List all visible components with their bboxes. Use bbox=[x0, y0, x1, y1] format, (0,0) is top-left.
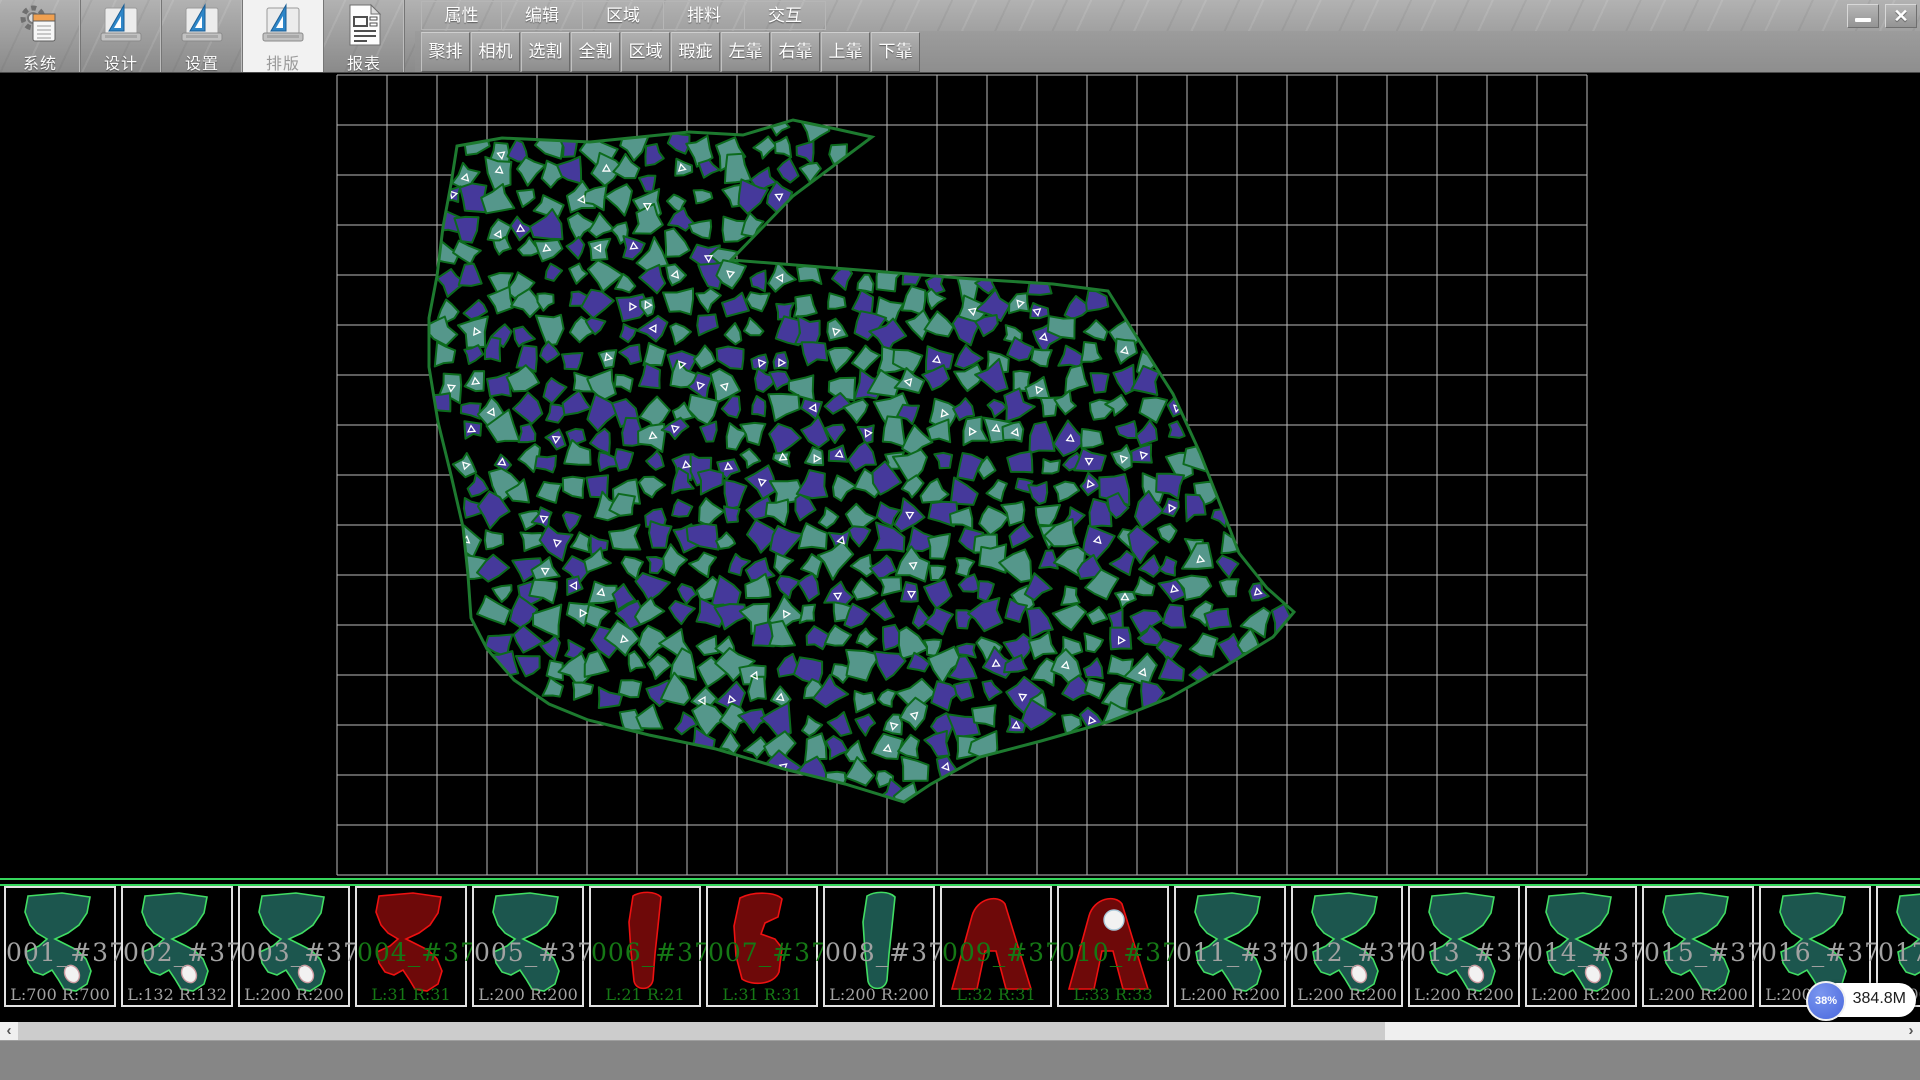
piece-thumbnail-13[interactable]: 013_#37 L:200 R:200 bbox=[1408, 886, 1520, 1007]
piece-lr-label: L:200 R:200 bbox=[240, 985, 348, 1004]
action-button-4[interactable]: 全割 bbox=[571, 32, 620, 72]
action-button-bar: 聚排相机选割全割区域瑕疵左靠右靠上靠下靠 bbox=[421, 32, 920, 72]
gear-notebook-icon bbox=[18, 3, 62, 47]
piece-thumbnail-9[interactable]: 009_#37 L:32 R:31 bbox=[940, 886, 1052, 1007]
strip-separator bbox=[0, 878, 1920, 886]
action-button-9[interactable]: 上靠 bbox=[821, 32, 870, 72]
piece-id-label: 016_#37 bbox=[1761, 938, 1869, 967]
scrollbar-thumb[interactable] bbox=[18, 1022, 1385, 1040]
menu-item-1[interactable]: 属性 bbox=[421, 1, 502, 30]
tab-label: 设计 bbox=[104, 50, 138, 74]
tab-label: 排版 bbox=[266, 50, 300, 74]
piece-lr-label: L:32 R:31 bbox=[942, 985, 1050, 1004]
window-footer bbox=[0, 1040, 1920, 1080]
progress-circle: 38% bbox=[1806, 981, 1846, 1021]
piece-lr-label: L:132 R:132 bbox=[123, 985, 231, 1004]
menu-item-2[interactable]: 编辑 bbox=[502, 1, 583, 30]
piece-lr-label: L:21 R:21 bbox=[591, 985, 699, 1004]
piece-id-label: 009_#37 bbox=[942, 938, 1050, 967]
main-toolbar: 系统设计设置排版报表 属性编辑区域排料交互 聚排相机选割全割区域瑕疵左靠右靠上靠… bbox=[0, 0, 1920, 73]
tab-3[interactable]: 设置 bbox=[162, 0, 243, 72]
main-tab-bar: 系统 设计 设置 排版 报表 bbox=[0, 0, 405, 72]
piece-id-label: 001_#37 bbox=[6, 938, 114, 967]
close-icon: ✕ bbox=[1893, 7, 1908, 25]
piece-id-label: 008_#37 bbox=[825, 938, 933, 967]
menu-item-5[interactable]: 交互 bbox=[745, 1, 826, 30]
piece-id-label: 017_#37 bbox=[1878, 938, 1920, 967]
memory-value: 384.8M bbox=[1853, 990, 1906, 1008]
piece-lr-label: L:31 R:31 bbox=[357, 985, 465, 1004]
menu-bar: 属性编辑区域排料交互 bbox=[421, 1, 826, 30]
piece-id-label: 003_#37 bbox=[240, 938, 348, 967]
minimize-icon bbox=[1855, 18, 1871, 22]
action-button-2[interactable]: 相机 bbox=[471, 32, 520, 72]
piece-id-label: 005_#37 bbox=[474, 938, 582, 967]
piece-thumbnail-1[interactable]: 001_#37 L:700 R:700 bbox=[4, 886, 116, 1007]
piece-lr-label: L:200 R:200 bbox=[474, 985, 582, 1004]
action-button-8[interactable]: 右靠 bbox=[771, 32, 820, 72]
piece-thumbnail-2[interactable]: 002_#37 L:132 R:132 bbox=[121, 886, 233, 1007]
piece-id-label: 014_#37 bbox=[1527, 938, 1635, 967]
piece-lr-label: L:200 R:200 bbox=[1176, 985, 1284, 1004]
action-button-5[interactable]: 区域 bbox=[621, 32, 670, 72]
piece-thumbnail-10[interactable]: 010_#37 L:33 R:33 bbox=[1057, 886, 1169, 1007]
window-controls: ✕ bbox=[1847, 4, 1917, 28]
piece-thumbnail-6[interactable]: 006_#37 L:21 R:21 bbox=[589, 886, 701, 1007]
nesting-canvas[interactable] bbox=[0, 73, 1920, 878]
menu-item-4[interactable]: 排料 bbox=[664, 1, 745, 30]
ruler-laptop-icon bbox=[97, 3, 145, 47]
piece-thumbnail-15[interactable]: 015_#37 L:200 R:200 bbox=[1642, 886, 1754, 1007]
tab-2[interactable]: 设计 bbox=[81, 0, 162, 72]
progress-value: 38% bbox=[1815, 995, 1837, 1007]
piece-lr-label: L:700 R:700 bbox=[6, 985, 114, 1004]
menu-item-3[interactable]: 区域 bbox=[583, 1, 664, 30]
scroll-right-arrow-icon[interactable]: › bbox=[1902, 1022, 1920, 1040]
scroll-left-arrow-icon[interactable]: ‹ bbox=[0, 1022, 18, 1040]
status-badge: 384.8M 38% bbox=[1806, 981, 1916, 1019]
piece-id-label: 006_#37 bbox=[591, 938, 699, 967]
tab-label: 报表 bbox=[347, 50, 381, 74]
piece-id-label: 010_#37 bbox=[1059, 938, 1167, 967]
ruler-laptop-icon bbox=[178, 3, 226, 47]
piece-id-label: 004_#37 bbox=[357, 938, 465, 967]
piece-lr-label: L:31 R:31 bbox=[708, 985, 816, 1004]
piece-id-label: 011_#37 bbox=[1176, 938, 1284, 967]
tab-label: 设置 bbox=[185, 50, 219, 74]
piece-lr-label: L:200 R:200 bbox=[825, 985, 933, 1004]
minimize-button[interactable] bbox=[1847, 4, 1879, 28]
piece-thumbnail-5[interactable]: 005_#37 L:200 R:200 bbox=[472, 886, 584, 1007]
action-button-7[interactable]: 左靠 bbox=[721, 32, 770, 72]
horizontal-scrollbar[interactable]: ‹ › bbox=[0, 1022, 1920, 1040]
tab-1[interactable]: 系统 bbox=[0, 0, 81, 72]
close-button[interactable]: ✕ bbox=[1885, 4, 1917, 28]
piece-thumbnail-7[interactable]: 007_#37 L:31 R:31 bbox=[706, 886, 818, 1007]
piece-thumbnail-14[interactable]: 014_#37 L:200 R:200 bbox=[1525, 886, 1637, 1007]
piece-thumbnail-12[interactable]: 012_#37 L:200 R:200 bbox=[1291, 886, 1403, 1007]
piece-gallery: 001_#37 L:700 R:700 002_#37 L:132 R:132 003_… bbox=[0, 886, 1920, 1022]
ruler-laptop-icon bbox=[259, 3, 307, 47]
tab-5[interactable]: 报表 bbox=[324, 0, 405, 72]
piece-thumbnail-11[interactable]: 011_#37 L:200 R:200 bbox=[1174, 886, 1286, 1007]
piece-thumbnail-3[interactable]: 003_#37 L:200 R:200 bbox=[238, 886, 350, 1007]
action-button-3[interactable]: 选割 bbox=[521, 32, 570, 72]
nesting-app-window: 系统设计设置排版报表 属性编辑区域排料交互 聚排相机选割全割区域瑕疵左靠右靠上靠… bbox=[0, 0, 1920, 1080]
piece-id-label: 012_#37 bbox=[1293, 938, 1401, 967]
piece-lr-label: L:200 R:200 bbox=[1527, 985, 1635, 1004]
piece-lr-label: L:200 R:200 bbox=[1293, 985, 1401, 1004]
piece-lr-label: L:200 R:200 bbox=[1410, 985, 1518, 1004]
piece-id-label: 015_#37 bbox=[1644, 938, 1752, 967]
action-button-10[interactable]: 下靠 bbox=[871, 32, 920, 72]
piece-id-label: 007_#37 bbox=[708, 938, 816, 967]
tab-label: 系统 bbox=[23, 50, 57, 74]
action-button-1[interactable]: 聚排 bbox=[421, 32, 470, 72]
tab-4[interactable]: 排版 bbox=[243, 0, 324, 72]
piece-id-label: 002_#37 bbox=[123, 938, 231, 967]
piece-thumbnail-4[interactable]: 004_#37 L:31 R:31 bbox=[355, 886, 467, 1007]
report-document-icon bbox=[343, 3, 385, 47]
piece-lr-label: L:200 R:200 bbox=[1644, 985, 1752, 1004]
piece-id-label: 013_#37 bbox=[1410, 938, 1518, 967]
piece-lr-label: L:33 R:33 bbox=[1059, 985, 1167, 1004]
action-button-6[interactable]: 瑕疵 bbox=[671, 32, 720, 72]
piece-thumbnail-8[interactable]: 008_#37 L:200 R:200 bbox=[823, 886, 935, 1007]
